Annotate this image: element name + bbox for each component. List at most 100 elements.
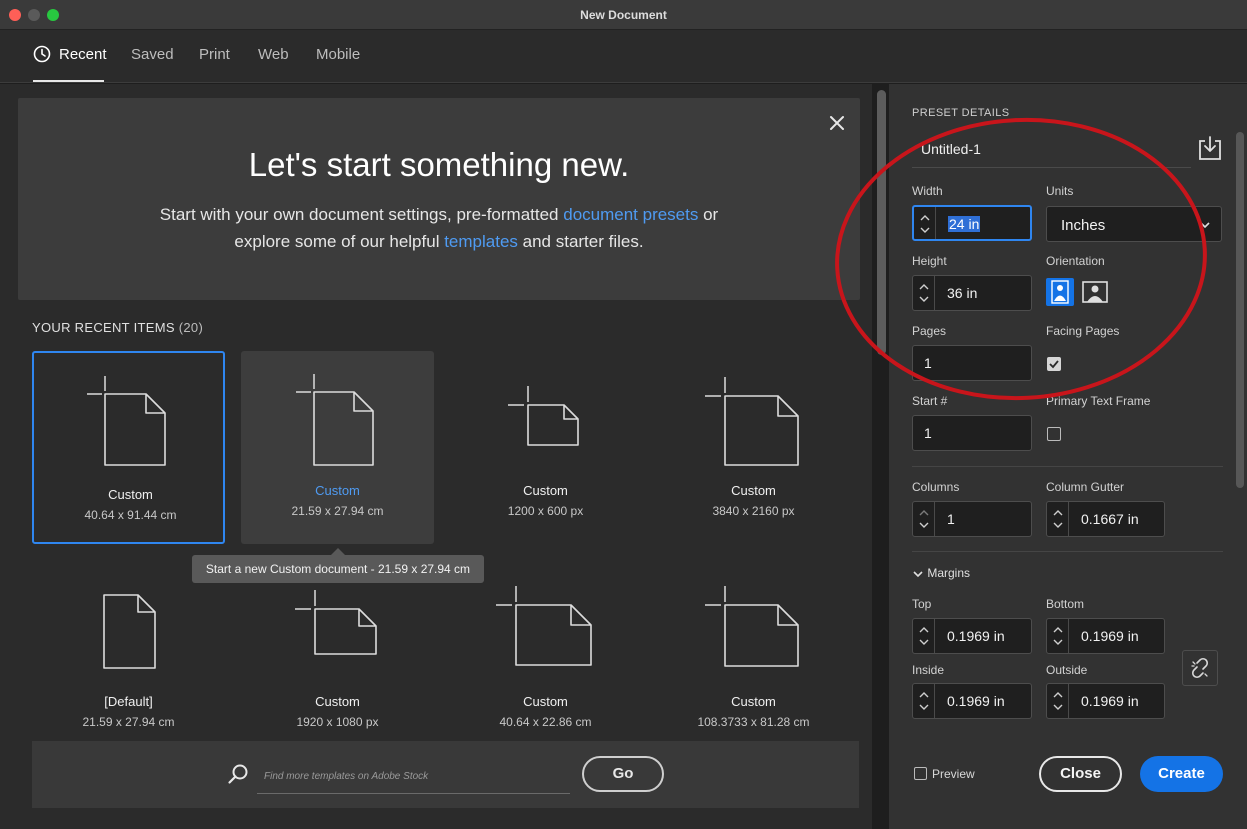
recent-item-name: Custom: [315, 694, 360, 709]
tab-recent[interactable]: Recent: [59, 46, 107, 63]
facing-pages-checkbox[interactable]: [1047, 357, 1061, 371]
recent-item[interactable]: Custom 21.59 x 27.94 cm: [241, 351, 434, 544]
units-dropdown[interactable]: Inches: [1046, 206, 1222, 242]
create-button[interactable]: Create: [1140, 756, 1223, 792]
save-preset-icon[interactable]: [1197, 136, 1223, 162]
height-field[interactable]: 36 in: [912, 275, 1032, 311]
margin-top-label: Top: [912, 597, 932, 611]
document-presets-link[interactable]: document presets: [563, 205, 698, 224]
landscape-orientation-button[interactable]: [1081, 278, 1109, 306]
recent-item[interactable]: Custom 40.64 x 91.44 cm: [32, 351, 225, 544]
width-field[interactable]: 24 in: [912, 205, 1032, 241]
recent-item[interactable]: Custom 40.64 x 22.86 cm: [449, 560, 642, 753]
stepper-arrows-icon: [919, 627, 929, 645]
orientation-label: Orientation: [1046, 254, 1105, 268]
column-gutter-stepper[interactable]: [1047, 502, 1069, 536]
recent-item[interactable]: Custom 1920 x 1080 px: [241, 560, 434, 753]
welcome-title: Let's start something new.: [248, 146, 630, 183]
column-gutter-field[interactable]: 0.1667 in: [1046, 501, 1165, 537]
stepper-arrows-icon: [919, 510, 929, 528]
column-gutter-label: Column Gutter: [1046, 480, 1125, 494]
primary-text-frame-checkbox[interactable]: [1047, 427, 1061, 441]
margin-top-field[interactable]: 0.1969 in: [912, 618, 1032, 654]
recent-item[interactable]: [Default] 21.59 x 27.94 cm: [32, 560, 225, 753]
close-banner-icon[interactable]: [826, 112, 848, 134]
margin-outside-stepper[interactable]: [1047, 684, 1069, 718]
templates-link[interactable]: templates: [444, 232, 518, 251]
tooltip-arrow: [331, 548, 345, 555]
welcome-text-part: Start with your own document settings, p…: [159, 205, 564, 224]
height-value: 36 in: [947, 285, 978, 301]
stepper-arrows-icon: [919, 284, 929, 302]
portrait-orientation-button[interactable]: [1046, 278, 1074, 306]
portrait-orientation-icon: [1051, 280, 1069, 304]
recent-item[interactable]: Custom 3840 x 2160 px: [657, 351, 850, 544]
active-tab-indicator: [33, 80, 104, 82]
height-label: Height: [912, 254, 947, 268]
recent-item-size: 1920 x 1080 px: [296, 715, 379, 729]
recent-item-size: 40.64 x 91.44 cm: [84, 508, 177, 522]
margin-bottom-value: 0.1969 in: [1081, 628, 1139, 644]
landscape-orientation-icon: [1082, 281, 1108, 303]
start-page-field[interactable]: 1: [912, 415, 1032, 451]
margin-inside-stepper[interactable]: [913, 684, 935, 718]
pages-label: Pages: [912, 324, 947, 338]
recent-item-name: Custom: [731, 483, 776, 498]
category-tabs: Recent Saved Print Web Mobile: [0, 30, 1247, 83]
recent-item-size: 21.59 x 27.94 cm: [291, 504, 384, 518]
margin-bottom-label: Bottom: [1046, 597, 1085, 611]
recent-item-size: 40.64 x 22.86 cm: [499, 715, 592, 729]
recent-item-name: Custom: [108, 487, 153, 502]
recent-items-header: YOUR RECENT ITEMS (20): [32, 320, 203, 335]
unlink-margins-button[interactable]: [1182, 650, 1218, 686]
adobe-stock-search-bar: Go: [32, 741, 859, 808]
margins-label: Margins: [927, 566, 971, 580]
welcome-text-part: and starter files.: [517, 232, 644, 251]
recent-item-name: Custom: [523, 483, 568, 498]
preview-toggle[interactable]: Preview: [914, 767, 975, 781]
margins-section-toggle[interactable]: Margins: [912, 566, 970, 580]
go-button[interactable]: Go: [582, 756, 664, 792]
stock-search-input[interactable]: [257, 760, 570, 794]
facing-pages-label: Facing Pages: [1046, 324, 1120, 338]
recent-item-name: [Default]: [104, 694, 153, 709]
divider: [912, 551, 1223, 552]
preview-label: Preview: [932, 767, 975, 781]
recent-items-title: YOUR RECENT ITEMS: [32, 320, 175, 335]
margin-top-stepper[interactable]: [913, 619, 935, 653]
margin-inside-value: 0.1969 in: [947, 693, 1005, 709]
recent-item[interactable]: Custom 108.3733 x 81.28 cm: [657, 560, 850, 753]
width-stepper[interactable]: [914, 207, 936, 239]
primary-text-frame-label: Primary Text Frame: [1046, 394, 1151, 408]
units-value: Inches: [1061, 217, 1106, 234]
margin-inside-field[interactable]: 0.1969 in: [912, 683, 1032, 719]
recent-items-scrollbar[interactable]: [877, 90, 886, 355]
welcome-text-part: explore some of our helpful: [234, 232, 445, 251]
preset-details-scrollbar[interactable]: [1236, 132, 1244, 488]
margin-bottom-stepper[interactable]: [1047, 619, 1069, 653]
recent-item-size: 21.59 x 27.94 cm: [82, 715, 175, 729]
recent-item[interactable]: Custom 1200 x 600 px: [449, 351, 642, 544]
welcome-text-part: or: [698, 205, 719, 224]
margin-bottom-field[interactable]: 0.1969 in: [1046, 618, 1165, 654]
tab-saved[interactable]: Saved: [131, 46, 174, 63]
margin-outside-field[interactable]: 0.1969 in: [1046, 683, 1165, 719]
columns-field[interactable]: 1: [912, 501, 1032, 537]
pages-field[interactable]: 1: [912, 345, 1032, 381]
height-stepper[interactable]: [913, 276, 935, 310]
margin-top-value: 0.1969 in: [947, 628, 1005, 644]
broken-chain-icon: [1191, 657, 1209, 679]
stepper-arrows-icon: [920, 215, 930, 233]
columns-value: 1: [947, 511, 955, 527]
title-bar: New Document: [0, 0, 1247, 30]
columns-stepper[interactable]: [913, 502, 935, 536]
stepper-arrows-icon: [919, 692, 929, 710]
preset-name-field[interactable]: Untitled-1: [912, 134, 1191, 168]
preset-details-panel: PRESET DETAILS Untitled-1 Width 24 in Un…: [889, 84, 1247, 829]
tab-web[interactable]: Web: [258, 46, 289, 63]
tab-print[interactable]: Print: [199, 46, 230, 63]
stepper-arrows-icon: [1053, 692, 1063, 710]
tab-mobile[interactable]: Mobile: [316, 46, 360, 63]
close-button[interactable]: Close: [1039, 756, 1122, 792]
preview-checkbox[interactable]: [914, 767, 927, 780]
